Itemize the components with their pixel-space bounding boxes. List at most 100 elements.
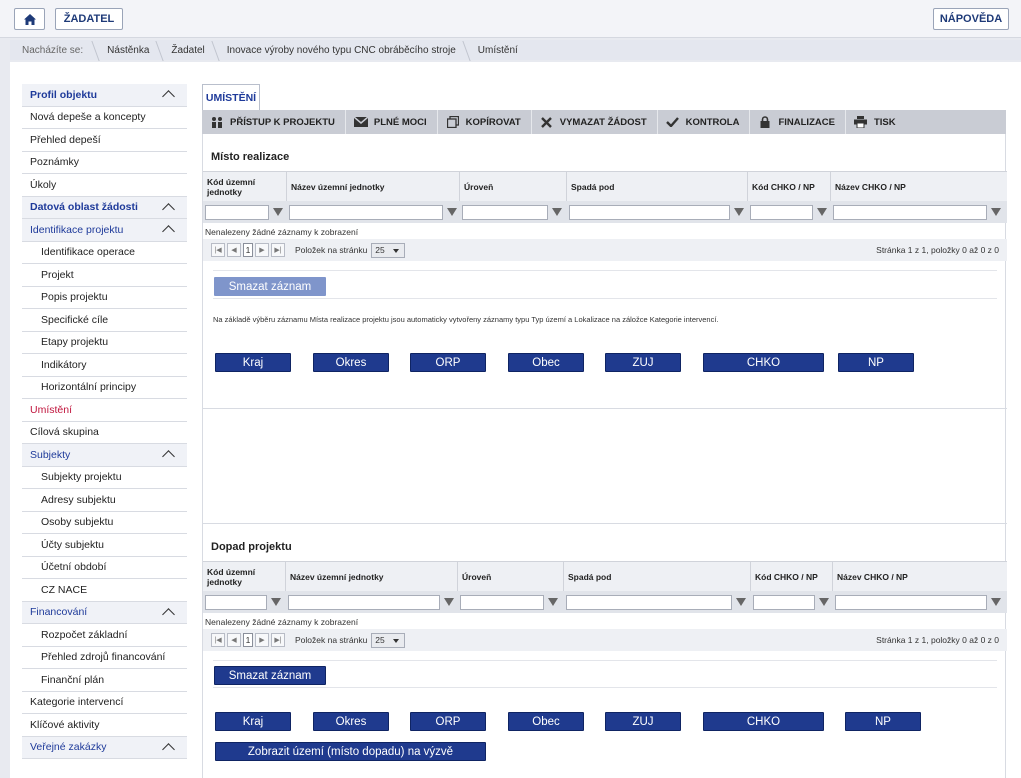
tab-umisteni[interactable]: UMÍSTĚNÍ [202,84,260,110]
filter-input[interactable] [205,204,269,220]
misto-orp-button[interactable]: ORP [410,353,486,372]
prev-page-button[interactable]: ◀ [227,243,241,257]
chevron-up-icon[interactable] [162,225,175,238]
misto-delete-button[interactable]: Smazat záznam [214,277,326,296]
sidebar-item-osoby-subjektu[interactable]: Osoby subjektu [22,511,187,534]
filter-input[interactable] [835,594,987,610]
sidebar-item-rozpocet-zakladni[interactable]: Rozpočet základní [22,624,187,647]
filter-input[interactable] [750,204,813,220]
help-button[interactable]: NÁPOVĚDA [933,8,1009,30]
dopad-np-button[interactable]: NP [845,712,921,731]
col-kod[interactable]: Kód územní jednotky [203,562,286,591]
col-spada-pod[interactable]: Spadá pod [567,172,748,201]
misto-kraj-button[interactable]: Kraj [215,353,291,372]
dopad-orp-button[interactable]: ORP [410,712,486,731]
col-kod-chko[interactable]: Kód CHKO / NP [751,562,833,591]
dopad-kraj-button[interactable]: Kraj [215,712,291,731]
dopad-delete-button[interactable]: Smazat záznam [214,666,326,685]
prev-page-button[interactable]: ◀ [227,633,241,647]
sidebar-item-prehled-depesi[interactable]: Přehled depeší [22,129,187,152]
copy-button[interactable]: KOPÍROVAT [438,110,532,134]
filter-icon[interactable] [548,598,558,606]
chevron-up-icon[interactable] [162,607,175,621]
power-of-attorney-button[interactable]: PLNÉ MOCI [346,110,438,134]
dopad-chko-button[interactable]: CHKO [703,712,824,731]
misto-okres-button[interactable]: Okres [313,353,389,372]
filter-input[interactable] [833,204,987,220]
sidebar-item-umisteni[interactable]: Umístění [22,399,187,422]
filter-input[interactable] [289,204,443,220]
sidebar-item-cilova-skupina[interactable]: Cílová skupina [22,421,187,444]
sidebar-item-identifikace-operace[interactable]: Identifikace operace [22,241,187,264]
col-uroven[interactable]: Úroveň [458,562,564,591]
dopad-okres-button[interactable]: Okres [313,712,389,731]
next-page-button[interactable]: ▶ [255,633,269,647]
misto-np-button[interactable]: NP [838,353,914,372]
filter-input[interactable] [205,594,267,610]
sidebar-item-financni-plan[interactable]: Finanční plán [22,669,187,692]
breadcrumb-item-project[interactable]: Inovace výroby nového typu CNC obráběcíh… [213,45,464,56]
col-kod[interactable]: Kód územní jednotky [203,172,287,201]
breadcrumb-item-nastenka[interactable]: Nástěnka [93,45,157,56]
sidebar-item-financovani[interactable]: Financování [22,601,187,624]
sidebar-item-prehled-zdroju-financovani[interactable]: Přehled zdrojů financování [22,646,187,669]
filter-input[interactable] [753,594,815,610]
sidebar-item-horizontalni-principy[interactable]: Horizontální principy [22,376,187,399]
sidebar-item-kategorie-intervenci[interactable]: Kategorie intervencí [22,691,187,714]
sidebar-item-adresy-subjektu[interactable]: Adresy subjektu [22,489,187,512]
sidebar-item-datova-oblast-zadosti[interactable]: Datová oblast žádosti [22,196,187,219]
per-page-select[interactable]: 25 [371,632,406,648]
sidebar-item-verejne-zakazky[interactable]: Veřejné zakázky [22,736,187,759]
filter-icon[interactable] [444,598,454,606]
filter-input[interactable] [288,594,440,610]
sidebar-item-projekt[interactable]: Projekt [22,264,187,287]
next-page-button[interactable]: ▶ [255,243,269,257]
filter-input[interactable] [569,204,730,220]
misto-zuj-button[interactable]: ZUJ [605,353,681,372]
col-kod-chko[interactable]: Kód CHKO / NP [748,172,831,201]
first-page-button[interactable]: |◀ [211,243,225,257]
home-button[interactable] [14,8,45,30]
filter-input[interactable] [462,204,548,220]
filter-icon[interactable] [736,598,746,606]
misto-obec-button[interactable]: Obec [508,353,584,372]
col-nazev-chko[interactable]: Název CHKO / NP [831,172,1007,201]
sidebar-item-specificke-cile[interactable]: Specifické cíle [22,309,187,332]
breadcrumb-item-zadatel[interactable]: Žadatel [157,45,212,56]
chevron-up-icon[interactable] [162,450,175,463]
filter-input[interactable] [566,594,732,610]
filter-icon[interactable] [447,208,457,216]
sidebar-item-subjekty[interactable]: Subjekty [22,444,187,467]
filter-icon[interactable] [817,208,827,216]
filter-icon[interactable] [991,598,1001,606]
sidebar-item-klicove-aktivity[interactable]: Klíčové aktivity [22,714,187,737]
filter-icon[interactable] [819,598,829,606]
sidebar-item-nova-depese-a-koncepty[interactable]: Nová depeše a koncepty [22,106,187,129]
filter-input[interactable] [460,594,544,610]
first-page-button[interactable]: |◀ [211,633,225,647]
chevron-up-icon[interactable] [162,90,175,103]
sidebar-item-identifikace-projektu[interactable]: Identifikace projektu [22,219,187,242]
show-territory-button[interactable]: Zobrazit území (místo dopadu) na výzvě [215,742,486,761]
last-page-button[interactable]: ▶| [271,633,285,647]
misto-chko-button[interactable]: CHKO [703,353,824,372]
col-nazev[interactable]: Název územní jednotky [286,562,458,591]
per-page-select[interactable]: 25 [371,242,406,258]
sidebar-item-poznamky[interactable]: Poznámky [22,151,187,174]
page-number[interactable]: 1 [243,633,253,647]
delete-application-button[interactable]: VYMAZAT ŽÁDOST [532,110,658,134]
dopad-obec-button[interactable]: Obec [508,712,584,731]
chevron-up-icon[interactable] [162,742,175,756]
filter-icon[interactable] [552,208,562,216]
zadatel-button[interactable]: ŽADATEL [55,8,123,30]
last-page-button[interactable]: ▶| [271,243,285,257]
page-number[interactable]: 1 [243,243,253,257]
sidebar-item-indikatory[interactable]: Indikátory [22,354,187,377]
sidebar-item-subjekty-projektu[interactable]: Subjekty projektu [22,466,187,489]
filter-icon[interactable] [734,208,744,216]
print-button[interactable]: TISK [846,110,906,134]
sidebar-item-profil-objektu[interactable]: Profil objektu [22,84,187,107]
sidebar-item-popis-projektu[interactable]: Popis projektu [22,286,187,309]
sidebar-item-ukoly[interactable]: Úkoly [22,174,187,197]
filter-icon[interactable] [991,208,1001,216]
